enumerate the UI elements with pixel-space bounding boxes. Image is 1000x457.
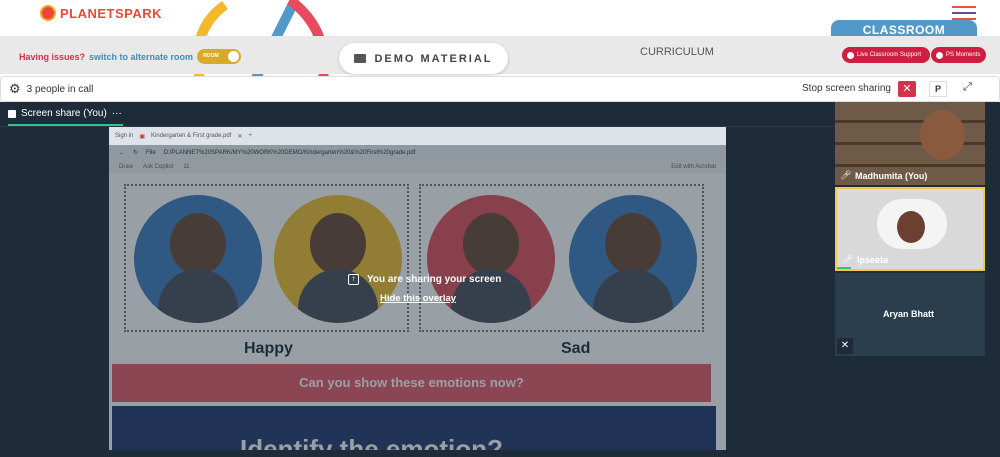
bookshelf (835, 120, 985, 123)
participant-video (920, 110, 965, 160)
mic-icon: 🎤︎ (842, 254, 854, 264)
audio-level-bar (837, 267, 851, 269)
pdf-icon: ▣ (139, 133, 146, 140)
hamburger-menu-icon[interactable] (952, 6, 976, 20)
live-classroom-support-button[interactable]: Live Classroom Support (842, 47, 930, 63)
bookshelf (835, 164, 985, 167)
mic-muted-icon: ✕ (837, 338, 853, 354)
settings-gear-icon[interactable]: ⚙ (9, 81, 21, 97)
support-icon (847, 51, 854, 59)
participant-video (897, 211, 925, 243)
logo-mascot-icon (40, 5, 56, 21)
demo-material-label: DEMO MATERIAL (374, 52, 493, 65)
participant-tile[interactable]: 🎤︎ Madhumita (You) (835, 102, 985, 185)
fullscreen-icon[interactable]: ⤢ (963, 81, 972, 94)
planetspark-logo[interactable]: PLANETSPARK (40, 5, 162, 21)
hide-overlay-link[interactable]: Hide this overlay (380, 293, 456, 304)
browser-tab-bar: Sign in ▣ Kindergarten & First grade.pdf… (109, 127, 726, 145)
alternate-room-link[interactable]: switch to alternate room (89, 52, 193, 62)
alternate-room-toggle[interactable]: ROOM (197, 49, 242, 64)
participant-tile[interactable]: Aryan Bhatt ✕ (835, 273, 985, 356)
participant-name: Ipseeta (857, 255, 889, 265)
participant-name: Aryan Bhatt (883, 309, 935, 319)
browser-tab-title: Kindergarten & First grade.pdf (151, 133, 232, 139)
stop-sharing-button[interactable]: ✕ (898, 81, 916, 97)
folder-icon (354, 54, 367, 63)
demo-material-button[interactable]: DEMO MATERIAL (339, 43, 508, 74)
share-screen-icon: ↑ (348, 274, 359, 285)
ps-moments-button[interactable]: PS Moments (931, 47, 986, 63)
ps-moments-label: PS Moments (946, 52, 981, 58)
participant-tile-speaking[interactable]: 🎤︎ Ipseeta (835, 187, 985, 271)
screen-share-label: Screen share (You) (21, 108, 107, 119)
mic-icon: 🎤︎ (840, 170, 852, 180)
logo-text: PLANETSPARK (60, 5, 163, 21)
screen-icon (8, 109, 16, 118)
toggle-knob (228, 51, 240, 62)
stop-sharing-label: Stop screen sharing (802, 83, 891, 94)
screen-share-tab[interactable]: Screen share (You) ··· (8, 108, 122, 119)
live-support-label: Live Classroom Support (857, 52, 922, 58)
issues-text: Having issues? (19, 51, 86, 62)
call-toolbar: ⚙ 3 people in call Stop screen sharing ✕… (0, 76, 1000, 102)
overlay-message-text: You are sharing your screen (367, 274, 502, 285)
more-options-icon[interactable]: ··· (112, 108, 122, 119)
camera-icon (936, 51, 943, 59)
people-count: 3 people in call (26, 83, 94, 95)
overlay-message: ↑ You are sharing your screen (348, 274, 501, 285)
sign-in-button: Sign in (115, 133, 134, 139)
active-tab-indicator (8, 124, 123, 126)
curriculum-tab[interactable]: CURRICULUM (640, 46, 714, 58)
toggle-label: ROOM (203, 53, 219, 59)
new-tab-icon: + (248, 133, 252, 139)
close-tab-icon: ✕ (237, 133, 243, 140)
participant-name: Madhumita (You) (855, 171, 928, 181)
p-button[interactable]: P (929, 81, 947, 97)
issues-row: Having issues? switch to alternate room … (19, 49, 242, 64)
stage-tab-strip (0, 102, 835, 127)
